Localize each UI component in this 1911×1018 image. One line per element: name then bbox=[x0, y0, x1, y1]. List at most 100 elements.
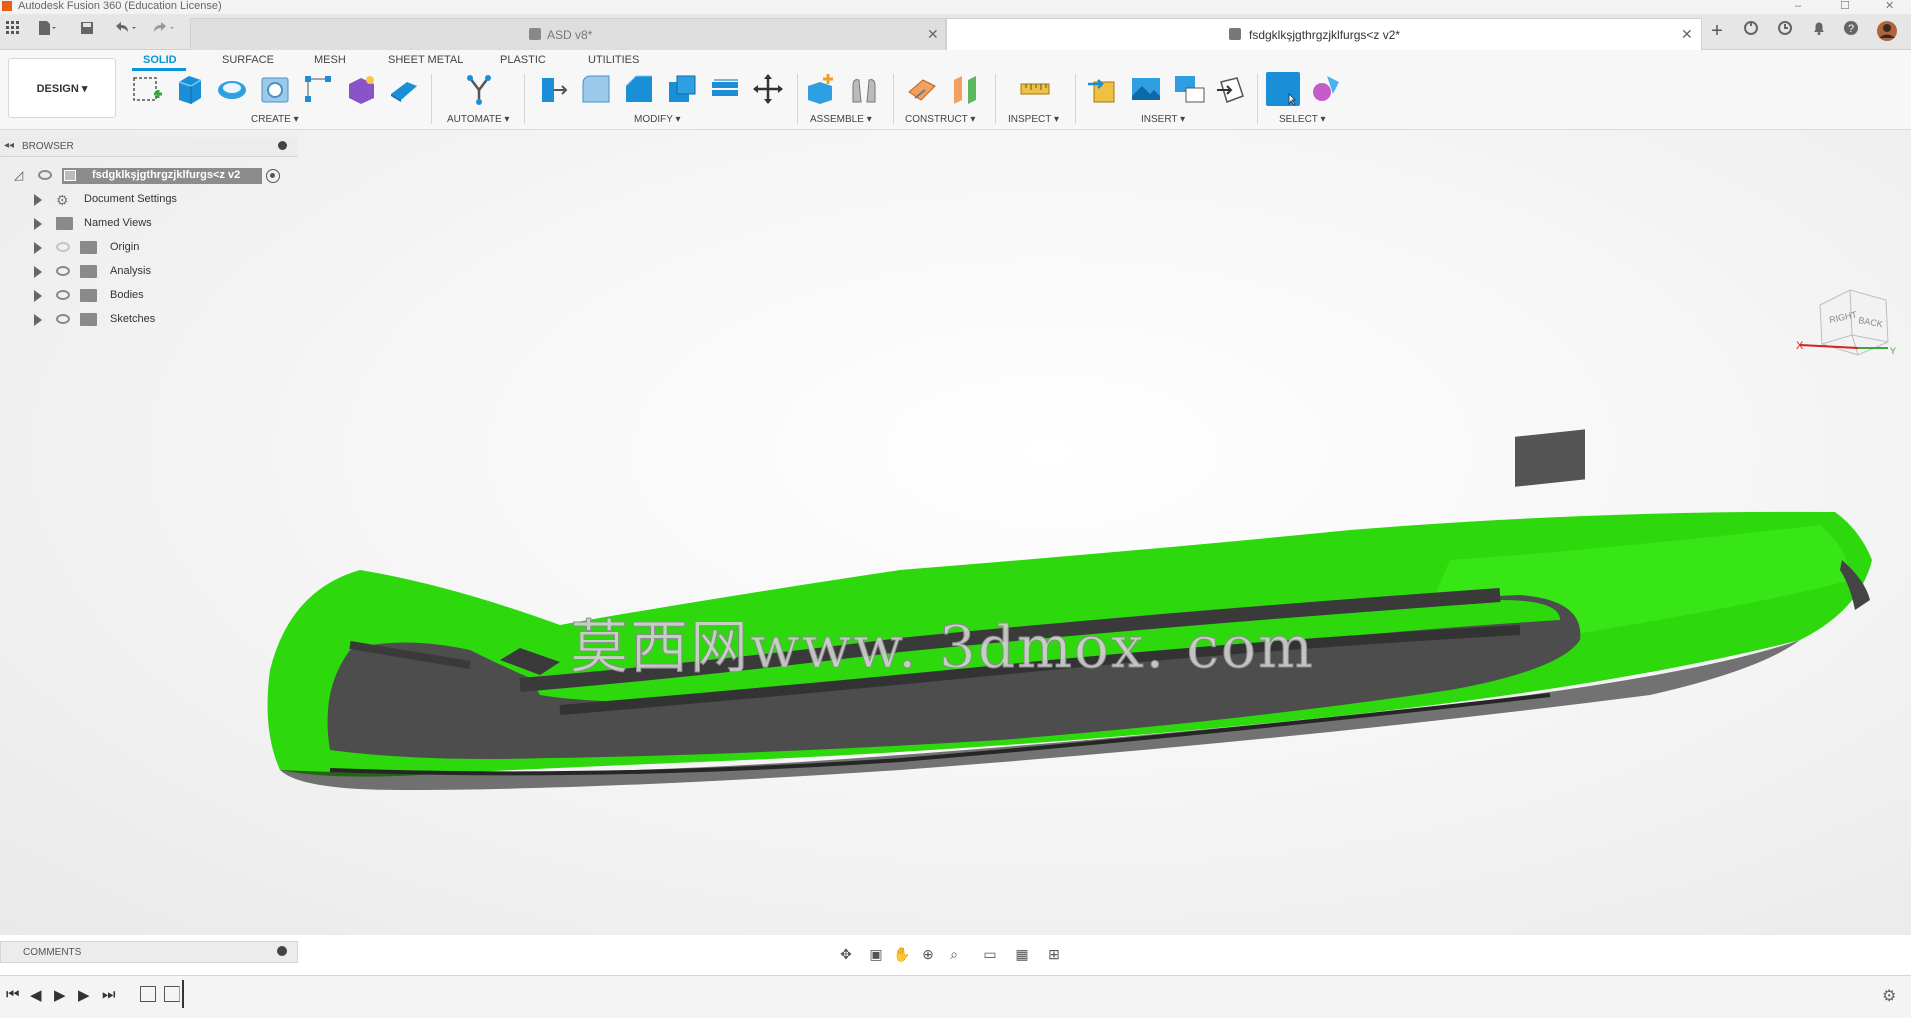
activate-radio-icon[interactable] bbox=[266, 169, 280, 183]
expand-arrow-icon[interactable] bbox=[34, 194, 42, 206]
play-icon[interactable]: ▶ bbox=[54, 986, 66, 1004]
decal-icon[interactable] bbox=[1172, 72, 1206, 106]
expand-arrow-icon[interactable] bbox=[34, 290, 42, 302]
tab-solid[interactable]: SOLID bbox=[143, 52, 177, 68]
add-comment-icon[interactable] bbox=[277, 946, 287, 956]
hidden-eye-icon[interactable] bbox=[56, 242, 70, 252]
insert-mesh-icon[interactable] bbox=[1215, 72, 1249, 106]
tab-plastic[interactable]: PLASTIC bbox=[500, 52, 546, 68]
visibility-eye-icon[interactable] bbox=[56, 266, 70, 276]
shell-icon[interactable] bbox=[665, 72, 699, 106]
tab-active-document[interactable]: fsdgklkşjgthrgzjklfurgs<z v2* ✕ bbox=[946, 18, 1702, 50]
workspace-switcher-button[interactable]: DESIGN ▾ bbox=[8, 58, 116, 118]
expand-arrow-icon[interactable] bbox=[34, 242, 42, 254]
select-group-label[interactable]: SELECT ▾ bbox=[1279, 114, 1326, 125]
expand-arrow-icon[interactable] bbox=[34, 314, 42, 326]
tab-surface[interactable]: SURFACE bbox=[222, 52, 274, 68]
browser-root-item[interactable]: ◿ fsdgklkşjgthrgzjklfurgs<z v2 bbox=[0, 166, 298, 186]
apps-grid-icon[interactable] bbox=[2, 20, 24, 42]
grid-settings-icon[interactable]: ▦ bbox=[1012, 944, 1032, 964]
pan-icon[interactable]: ✋ bbox=[892, 944, 912, 964]
create-sketch-icon[interactable] bbox=[130, 72, 164, 106]
fit-icon[interactable]: ⌕ bbox=[944, 944, 964, 964]
new-tab-icon[interactable]: + bbox=[1706, 20, 1728, 42]
automate-group-label[interactable]: AUTOMATE ▾ bbox=[447, 114, 509, 125]
close-window-button[interactable]: ✕ bbox=[1885, 0, 1894, 12]
orbit-icon[interactable]: ✥ bbox=[836, 944, 856, 964]
expand-arrow-icon[interactable] bbox=[34, 218, 42, 230]
visibility-eye-icon[interactable] bbox=[38, 170, 52, 180]
inspect-group-label[interactable]: INSPECT ▾ bbox=[1008, 114, 1059, 125]
collapse-browser-icon[interactable]: ◂◂ bbox=[4, 140, 14, 151]
redo-icon[interactable] bbox=[150, 20, 174, 42]
go-to-end-icon[interactable]: ⏭ bbox=[102, 986, 116, 1003]
joint-icon[interactable] bbox=[847, 72, 881, 106]
maximize-button[interactable]: ☐ bbox=[1840, 0, 1850, 12]
tab-sheet-metal[interactable]: SHEET METAL bbox=[388, 52, 463, 68]
midplane-icon[interactable] bbox=[948, 72, 982, 106]
step-back-icon[interactable]: ◀ bbox=[30, 986, 42, 1004]
notifications-icon[interactable] bbox=[1808, 20, 1830, 42]
timeline-feature-icon[interactable] bbox=[140, 986, 156, 1002]
zoom-icon[interactable]: ⊕ bbox=[918, 944, 938, 964]
save-icon[interactable] bbox=[76, 20, 98, 42]
pin-icon[interactable] bbox=[278, 141, 287, 150]
assemble-group-label[interactable]: ASSEMBLE ▾ bbox=[810, 114, 872, 125]
insert-group-label[interactable]: INSERT ▾ bbox=[1141, 114, 1185, 125]
move-copy-icon[interactable] bbox=[751, 72, 785, 106]
tab-mesh[interactable]: MESH bbox=[314, 52, 346, 68]
close-tab-icon[interactable]: ✕ bbox=[927, 26, 939, 43]
combine-icon[interactable] bbox=[708, 72, 742, 106]
chamfer-icon[interactable] bbox=[622, 72, 656, 106]
browser-item-analysis[interactable]: Analysis bbox=[0, 262, 298, 282]
visibility-eye-icon[interactable] bbox=[56, 314, 70, 324]
go-to-start-icon[interactable]: ⏮ bbox=[6, 986, 20, 1003]
expand-arrow-icon[interactable] bbox=[34, 266, 42, 278]
canvas-icon[interactable] bbox=[1129, 72, 1163, 106]
comments-panel[interactable]: COMMENTS bbox=[0, 941, 298, 963]
timeline-settings-gear-icon[interactable]: ⚙ bbox=[1882, 986, 1896, 1006]
browser-item-named-views[interactable]: Named Views bbox=[0, 214, 298, 234]
new-component-icon[interactable] bbox=[804, 72, 838, 106]
close-tab-icon[interactable]: ✕ bbox=[1681, 26, 1693, 43]
timeline-marker[interactable] bbox=[182, 980, 184, 1008]
create-form-icon[interactable] bbox=[344, 72, 378, 106]
insert-derive-icon[interactable] bbox=[1086, 72, 1120, 106]
appearance-icon[interactable] bbox=[1309, 72, 1343, 106]
derive-icon[interactable] bbox=[387, 72, 421, 106]
select-icon[interactable] bbox=[1266, 72, 1300, 106]
extrude-icon[interactable] bbox=[173, 72, 207, 106]
timeline-sketch-icon[interactable] bbox=[164, 986, 180, 1002]
press-pull-icon[interactable] bbox=[536, 72, 570, 106]
file-menu-icon[interactable] bbox=[36, 20, 58, 42]
browser-item-bodies[interactable]: Bodies bbox=[0, 286, 298, 306]
browser-panel-header[interactable]: ◂◂ BROWSER bbox=[0, 137, 298, 157]
tab-asd[interactable]: ASD v8* ✕ bbox=[190, 18, 946, 50]
step-forward-icon[interactable]: ▶ bbox=[78, 986, 90, 1004]
revolve-icon[interactable] bbox=[215, 72, 249, 106]
browser-item-document-settings[interactable]: ⚙ Document Settings bbox=[0, 190, 298, 210]
undo-icon[interactable] bbox=[112, 20, 136, 42]
collapse-triangle-icon[interactable]: ◿ bbox=[14, 168, 23, 182]
avatar[interactable] bbox=[1876, 20, 1898, 42]
extensions-icon[interactable] bbox=[1740, 20, 1762, 42]
job-status-icon[interactable] bbox=[1774, 20, 1796, 42]
construct-group-label[interactable]: CONSTRUCT ▾ bbox=[905, 114, 975, 125]
offset-plane-icon[interactable] bbox=[905, 72, 939, 106]
modify-group-label[interactable]: MODIFY ▾ bbox=[634, 114, 681, 125]
measure-icon[interactable] bbox=[1018, 72, 1052, 106]
minimize-button[interactable]: – bbox=[1795, 0, 1801, 12]
look-at-icon[interactable]: ▣ bbox=[866, 944, 886, 964]
tab-utilities[interactable]: UTILITIES bbox=[588, 52, 639, 68]
visibility-eye-icon[interactable] bbox=[56, 290, 70, 300]
browser-item-sketches[interactable]: Sketches bbox=[0, 310, 298, 330]
display-settings-icon[interactable]: ▭ bbox=[980, 944, 1000, 964]
hole-icon[interactable] bbox=[258, 72, 292, 106]
automate-icon[interactable] bbox=[462, 72, 496, 106]
pattern-icon[interactable] bbox=[301, 72, 335, 106]
fillet-icon[interactable] bbox=[579, 72, 613, 106]
help-icon[interactable]: ? bbox=[1840, 20, 1862, 42]
browser-item-origin[interactable]: Origin bbox=[0, 238, 298, 258]
create-group-label[interactable]: CREATE ▾ bbox=[251, 114, 299, 125]
viewports-icon[interactable]: ⊞ bbox=[1044, 944, 1064, 964]
